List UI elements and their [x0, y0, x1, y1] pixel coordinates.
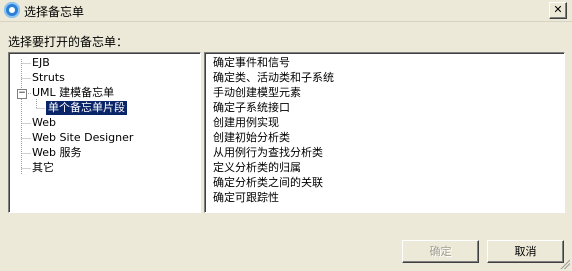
- app-icon: [4, 2, 20, 18]
- tree-item-label: 其它: [32, 161, 54, 174]
- close-button[interactable]: ✕: [549, 2, 567, 19]
- tree-item-web-site-designer[interactable]: Web Site Designer: [32, 131, 133, 145]
- tree-item-struts[interactable]: Struts: [32, 71, 65, 85]
- list-item[interactable]: 确定可跟踪性: [213, 191, 279, 205]
- tree-item-label: Web Site Designer: [32, 131, 134, 144]
- tree-item-label: UML 建模备忘单: [32, 86, 115, 99]
- tree-item-ejb[interactable]: EJB: [32, 56, 50, 70]
- list-item[interactable]: 确定分析类之间的关联: [213, 176, 323, 190]
- list-item[interactable]: 确定类、活动类和子系统: [213, 71, 334, 85]
- tree-item-uml[interactable]: UML 建模备忘单: [32, 86, 114, 100]
- close-icon: ✕: [553, 3, 563, 16]
- list-item[interactable]: 确定子系统接口: [213, 101, 290, 115]
- cheat-sheet-tree[interactable]: − EJB Struts UML 建模备忘单 单个备忘单片段 Web Web S…: [8, 52, 201, 213]
- cheat-sheet-list[interactable]: 确定事件和信号 确定类、活动类和子系统 手动创建模型元素 确定子系统接口 创建用…: [204, 52, 565, 213]
- collapse-toggle[interactable]: −: [17, 89, 27, 99]
- list-item[interactable]: 定义分析类的归属: [213, 161, 301, 175]
- title-bar: 选择备忘单 ✕: [0, 0, 572, 22]
- list-item[interactable]: 创建用例实现: [213, 116, 279, 130]
- tree-item-label: Web: [32, 116, 56, 129]
- tree-item-label: Struts: [32, 71, 65, 84]
- list-item[interactable]: 手动创建模型元素: [213, 86, 301, 100]
- window-title: 选择备忘单: [24, 5, 85, 19]
- tree-item-label: Web 服务: [32, 146, 82, 159]
- tree-item-label: 单个备忘单片段: [48, 101, 125, 114]
- list-item[interactable]: 从用例行为查找分析类: [213, 146, 323, 160]
- tree-item-web[interactable]: Web: [32, 116, 56, 130]
- tree-item-web-services[interactable]: Web 服务: [32, 146, 81, 160]
- tree-item-label: EJB: [32, 56, 50, 69]
- resize-grip[interactable]: [559, 258, 570, 269]
- list-item[interactable]: 确定事件和信号: [213, 56, 290, 70]
- prompt-label: 选择要打开的备忘单：: [8, 35, 129, 49]
- ok-button[interactable]: 确定: [402, 240, 479, 263]
- cancel-button[interactable]: 取消: [487, 240, 564, 263]
- tree-item-other[interactable]: 其它: [32, 161, 54, 175]
- list-item[interactable]: 创建初始分析类: [213, 131, 290, 145]
- minus-icon: −: [18, 88, 26, 98]
- tree-item-single-fragment[interactable]: 单个备忘单片段: [46, 101, 127, 115]
